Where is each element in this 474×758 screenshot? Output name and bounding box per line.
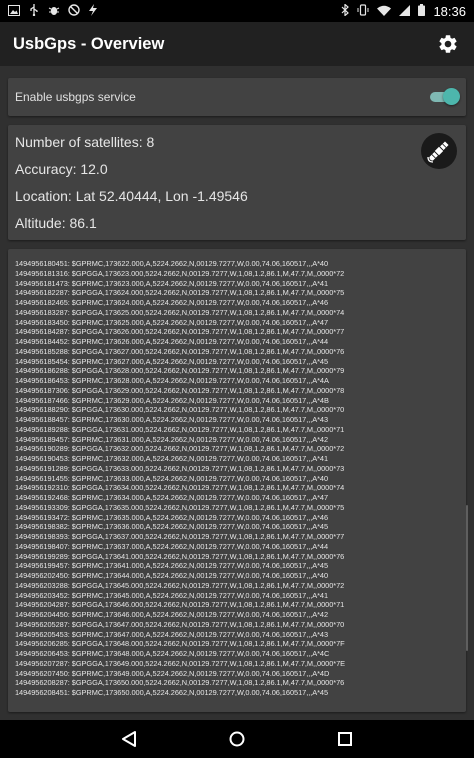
log-line: 1494956192468: $GPRMC,173634.000,A,5224.… bbox=[15, 493, 329, 502]
log-line: 1494956208287: $GPGGA,173650.000,5224.26… bbox=[15, 678, 345, 688]
back-button[interactable] bbox=[118, 728, 140, 750]
flash-icon bbox=[88, 4, 98, 18]
log-line: 1494956198407: $GPRMC,173637.000,A,5224.… bbox=[15, 541, 329, 551]
log-line: 1494956183450: $GPRMC,173625.000,A,5224.… bbox=[15, 317, 329, 327]
log-line: 1494956188457: $GPRMC,173630.000,A,5224.… bbox=[15, 415, 329, 424]
log-line: 1494956207450: $GPRMC,173649.000,A,5224.… bbox=[15, 668, 330, 678]
log-line: 1494956205453: $GPRMC,173647.000,A,5224.… bbox=[15, 629, 329, 639]
log-line: 1494956185454: $GPRMC,173627.000,A,5224.… bbox=[15, 356, 329, 366]
log-line: 1494956186288: $GPGGA,173628.000,5224.26… bbox=[15, 366, 345, 376]
status-bar: 18:36 bbox=[0, 0, 474, 22]
log-line: 1494956205287: $GPGGA,173647.000,5224.26… bbox=[15, 619, 345, 629]
settings-button[interactable] bbox=[436, 32, 460, 56]
status-bar-left bbox=[8, 4, 98, 18]
image-icon bbox=[8, 4, 20, 18]
log-line: 1494956190289: $GPGGA,173632.000,5224.26… bbox=[15, 444, 345, 454]
log-line: 1494956204450: $GPRMC,173646.000,A,5224.… bbox=[15, 610, 329, 619]
service-toggle-switch[interactable] bbox=[428, 88, 460, 106]
log-line: 1494956181316: $GPGGA,173623.000,5224.26… bbox=[15, 268, 345, 278]
log-line: 1494956199289: $GPGGA,173641.000,5224.26… bbox=[15, 551, 345, 561]
log-line: 1494956193309: $GPGGA,173635.000,5224.26… bbox=[15, 502, 345, 512]
log-line: 1494956188290: $GPGGA,173630.000,5224.26… bbox=[15, 405, 345, 415]
bluetooth-icon bbox=[341, 3, 350, 18]
satellite-icon bbox=[421, 133, 457, 169]
accuracy-value: Accuracy: 12.0 bbox=[15, 161, 108, 177]
location-value: Location: Lat 52.40444, Lon -1.49546 bbox=[15, 188, 248, 204]
switch-thumb bbox=[443, 88, 460, 105]
log-line: 1494956190453: $GPRMC,173632.000,A,5224.… bbox=[15, 454, 329, 463]
battery-icon bbox=[418, 4, 426, 18]
log-line: 1494956191289: $GPGGA,173633.000,5224.26… bbox=[15, 463, 345, 473]
nmea-log[interactable]: 1494956180451: $GPRMC,173622.000,A,5224.… bbox=[8, 249, 466, 712]
gps-info-card: Number of satellites: 8 Accuracy: 12.0 L… bbox=[8, 125, 466, 240]
log-line: 1494956203288: $GPGGA,173645.000,5224.26… bbox=[15, 580, 345, 590]
log-line: 1494956208451: $GPRMC,173650.000,A,5224.… bbox=[15, 688, 329, 697]
log-line: 1494956184287: $GPGGA,173626.000,5224.26… bbox=[15, 327, 345, 337]
signal-icon bbox=[399, 4, 411, 18]
service-toggle-card: Enable usbgps service bbox=[8, 78, 466, 116]
log-line: 1494956202450: $GPRMC,173644.000,A,5224.… bbox=[15, 571, 329, 580]
gear-icon bbox=[439, 35, 457, 53]
home-icon bbox=[229, 731, 245, 747]
log-line: 1494956206453: $GPRMC,173648.000,A,5224.… bbox=[15, 649, 330, 658]
log-line: 1494956181473: $GPRMC,173623.000,A,5224.… bbox=[15, 278, 329, 288]
altitude-value: Altitude: 86.1 bbox=[15, 215, 97, 231]
log-line: 1494956198382: $GPRMC,173636.000,A,5224.… bbox=[15, 522, 329, 532]
log-line: 1494956187466: $GPRMC,173629.000,A,5224.… bbox=[15, 395, 329, 405]
page-title: UsbGps - Overview bbox=[13, 34, 165, 53]
log-line: 1494956182287: $GPGGA,173624.000,5224.26… bbox=[15, 288, 345, 298]
log-line: 1494956192310: $GPGGA,173634.000,5224.26… bbox=[15, 483, 345, 493]
back-icon bbox=[122, 731, 136, 747]
status-time: 18:36 bbox=[433, 3, 466, 19]
wifi-icon bbox=[377, 5, 392, 18]
vibrate-icon bbox=[357, 4, 369, 18]
log-line: 1494956191455: $GPRMC,173633.000,A,5224.… bbox=[15, 473, 329, 483]
log-line: 1494956187306: $GPGGA,173629.000,5224.26… bbox=[15, 385, 345, 395]
log-line: 1494956203452: $GPRMC,173645.000,A,5224.… bbox=[15, 590, 329, 600]
log-line: 1494956184452: $GPRMC,173626.000,A,5224.… bbox=[15, 337, 329, 346]
log-line: 1494956180451: $GPRMC,173622.000,A,5224.… bbox=[15, 259, 329, 268]
navigation-bar bbox=[0, 720, 474, 758]
no-sim-icon bbox=[68, 4, 80, 18]
log-line: 1494956185288: $GPGGA,173627.000,5224.26… bbox=[15, 346, 345, 356]
app-bar: UsbGps - Overview bbox=[0, 22, 474, 66]
service-toggle-label: Enable usbgps service bbox=[15, 90, 136, 104]
log-line: 1494956189288: $GPGGA,173631.000,5224.26… bbox=[15, 424, 345, 434]
recents-button[interactable] bbox=[334, 728, 356, 750]
status-bar-right: 18:36 bbox=[341, 3, 466, 19]
log-scrollbar[interactable] bbox=[466, 505, 468, 651]
satellite-count: Number of satellites: 8 bbox=[15, 134, 155, 150]
recents-icon bbox=[338, 732, 352, 746]
log-line: 1494956186453: $GPRMC,173628.000,A,5224.… bbox=[15, 376, 329, 385]
log-line: 1494956204287: $GPGGA,173646.000,5224.26… bbox=[15, 600, 345, 610]
log-line: 1494956182465: $GPRMC,173624.000,A,5224.… bbox=[15, 298, 329, 307]
log-line: 1494956199457: $GPRMC,173641.000,A,5224.… bbox=[15, 561, 329, 571]
log-line: 1494956183287: $GPGGA,173625.000,5224.26… bbox=[15, 307, 345, 317]
home-button[interactable] bbox=[226, 728, 248, 750]
log-line: 1494956189457: $GPRMC,173631.000,A,5224.… bbox=[15, 434, 329, 444]
bug-icon bbox=[48, 4, 60, 18]
log-line: 1494956198393: $GPGGA,173637.000,5224.26… bbox=[15, 532, 345, 541]
log-line: 1494956206285: $GPGGA,173648.000,5224.26… bbox=[15, 639, 345, 649]
usb-icon bbox=[28, 4, 40, 18]
log-line: 1494956193472: $GPRMC,173635.000,A,5224.… bbox=[15, 512, 329, 522]
log-line: 1494956207287: $GPGGA,173649.000,5224.26… bbox=[15, 658, 346, 668]
